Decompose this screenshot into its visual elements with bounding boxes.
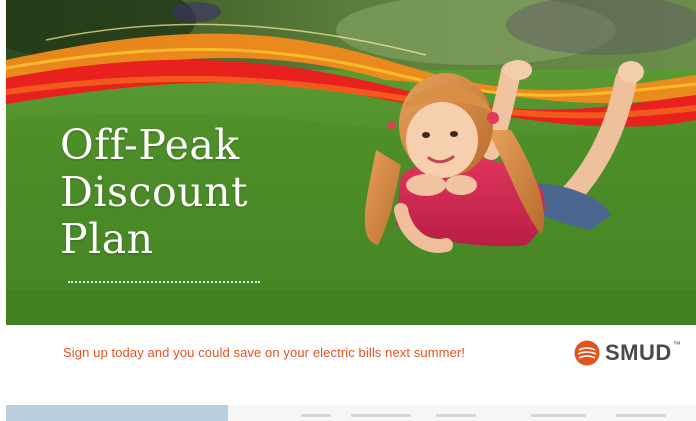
logo-trademark: ™ xyxy=(672,340,681,349)
next-banner-text-fragment xyxy=(436,414,476,417)
banner-footer: Sign up today and you could save on your… xyxy=(6,325,696,381)
signup-message[interactable]: Sign up today and you could save on your… xyxy=(63,345,465,360)
headline-line-1: Off-Peak xyxy=(60,121,240,169)
next-banner-photo xyxy=(6,405,228,421)
smud-logo-icon xyxy=(574,340,600,366)
promo-banner: Off-Peak Discount Plan Sign up today and… xyxy=(6,0,696,381)
next-banner-text-fragment xyxy=(616,414,666,417)
smud-logo[interactable]: SMUD ™ xyxy=(574,340,681,366)
headline-line-2: Discount xyxy=(60,168,248,216)
logo-wordmark: SMUD xyxy=(605,340,672,365)
next-banner-text-fragment xyxy=(351,414,411,417)
next-banner-text-fragment xyxy=(531,414,586,417)
next-banner-preview xyxy=(6,405,696,421)
headline: Off-Peak Discount Plan xyxy=(60,122,248,263)
next-banner-text-fragment xyxy=(301,414,331,417)
card-spacer xyxy=(0,381,696,405)
dotted-divider xyxy=(68,281,260,283)
headline-line-3: Plan xyxy=(60,215,154,263)
